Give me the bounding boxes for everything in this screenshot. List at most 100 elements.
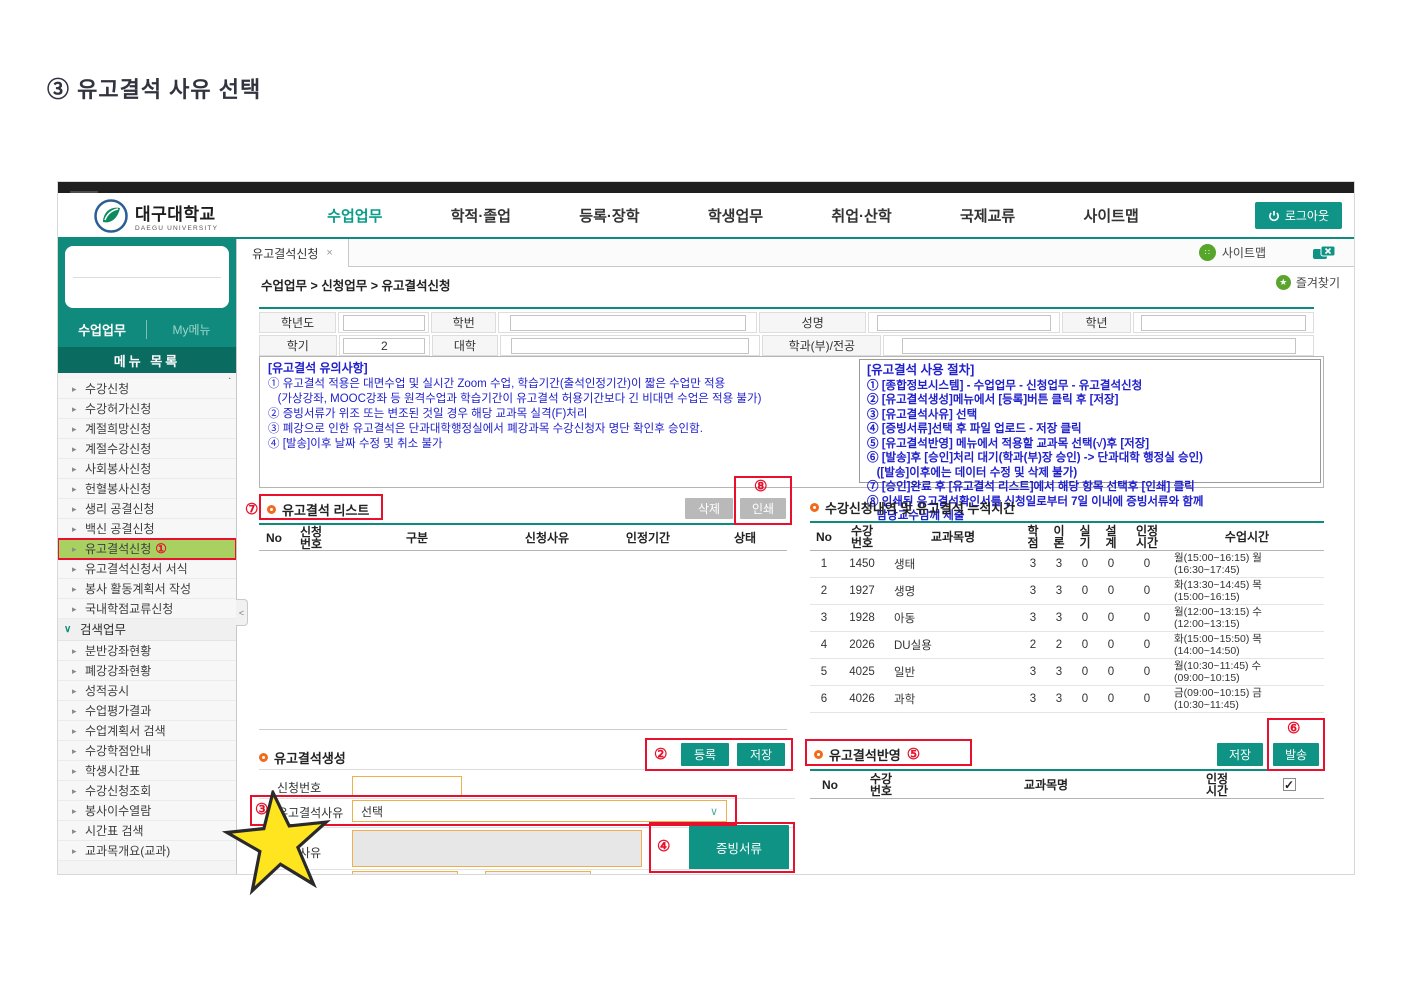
sidebar-item[interactable]: ▸ 교과목개요(교과) — [58, 841, 236, 861]
sidebar-tab-mymenu[interactable]: My메뉴 — [147, 321, 236, 338]
logout-button[interactable]: 로그아웃 — [1254, 202, 1342, 229]
apply-title: 유고결석반영 ⑤ — [814, 745, 920, 764]
tab-close-icon[interactable]: × — [326, 247, 332, 259]
save-button[interactable]: 저장 — [737, 743, 785, 766]
sidebar-menu-group-apply: ▸ 수강신청 ▸ 수강허가신청 ▸ 계절희망신청 ▸ 계절수강신청 ▸ 사회봉사… — [58, 379, 236, 619]
table-row[interactable]: 4 2026 DU실용 2 2 0 0 0 화(15:00~15:50) 목(1… — [810, 632, 1324, 659]
chevron-down-icon: ∨ — [709, 805, 718, 818]
table-row[interactable]: 3 1928 아동 3 3 0 0 0 월(12:00~13:15) 수(12:… — [810, 605, 1324, 632]
notice-line: (가상강좌, MOOC강좌 등 원격수업과 학습기간이 유고결석 허용기간보다 … — [268, 393, 762, 405]
sidebar-item[interactable]: ▸ 국내학점교류신청 — [58, 599, 236, 619]
menu-list-header: 메뉴 목록 — [58, 347, 236, 373]
apply-table: No 수강 번호 교과목명 인정 시간 ✓ — [810, 769, 1324, 799]
sidebar-item[interactable]: ▸ 수강신청조회 — [58, 781, 236, 801]
table-row[interactable]: 2 1927 생명 3 3 0 0 0 화(13:30~14:45) 목(15:… — [810, 578, 1324, 605]
notice-line: ① [종합정보시스템] - 수업업무 - 신청업무 - 유고결석신청 — [867, 379, 1143, 392]
sidebar-tab-lecture[interactable]: 수업업무 — [58, 319, 147, 339]
sidebar-group-search[interactable]: ∨ 검색업무 — [58, 619, 236, 641]
tab-absence-application[interactable]: 유고결석신청 × — [237, 239, 349, 267]
sidebar-item[interactable]: ▸ 수업평가결과 — [58, 701, 236, 721]
sidebar-item[interactable]: ▸ 분반강좌현황 — [58, 641, 236, 661]
notice-line: ⑥ [발송]후 [승인]처리 대기(학과(부)장 승인) -> 단과대학 행정실… — [867, 452, 1203, 464]
notice-precautions-lines: ① 유고결석 적용은 대면수업 및 실시간 Zoom 수업, 학습기간(출석인정… — [268, 377, 853, 452]
sidebar-item[interactable]: ▸ 수업계획서 검색 — [58, 721, 236, 741]
apply-save-button[interactable]: 저장 — [1217, 743, 1263, 766]
student-info-form: 학년도 학번 성명 학년 학기 대학 학과(부)/전공 — [259, 307, 1314, 358]
sidebar-item[interactable]: ▸ 계절희망신청 — [58, 419, 236, 439]
sidebar-item[interactable]: ▸ 수강허가신청 — [58, 399, 236, 419]
chevron-right-icon: ▸ — [72, 726, 77, 736]
semester-input[interactable] — [343, 337, 426, 354]
nav-item[interactable]: 학생업무 — [708, 205, 763, 226]
notice-line: ④ [증빙서류]선택 후 파일 업로드 - 저장 클릭 — [867, 423, 1082, 435]
sidebar-item[interactable]: ▸ 봉사이수열람 — [58, 801, 236, 821]
apply-no-input[interactable] — [352, 776, 462, 796]
print-button[interactable]: 인쇄 — [740, 498, 786, 519]
nav-item[interactable]: 등록·장학 — [579, 205, 639, 226]
table-row[interactable]: 6 4026 과학 3 3 0 0 0 금(09:00~10:15) 금(10:… — [810, 686, 1324, 713]
form-row-2: 학기 대학 학과(부)/전공 — [259, 335, 1314, 356]
sidebar-item[interactable]: ▸ 봉사 활동계획서 작성 — [58, 579, 236, 599]
sidebar-item[interactable]: ▸ 성적공시 — [58, 681, 236, 701]
attachment-button[interactable]: 증빙서류 — [689, 825, 789, 870]
sidebar-item[interactable]: ▸ 백신 공결신청 — [58, 519, 236, 539]
select-all-checkbox[interactable]: ✓ — [1282, 778, 1296, 791]
content-area: 유고결석신청 × ∷ 사이트맵 수업업무 > 신청업무 > 유고결석신청 ★ 즐 — [236, 239, 1354, 874]
nav-item[interactable]: 수업업무 — [327, 205, 382, 226]
nav-item[interactable]: 국제교류 — [960, 205, 1015, 226]
absence-list-table: No 신청 번호 구분 신청사유 인정기간 상태 — [259, 523, 787, 730]
chevron-right-icon: ▸ — [72, 846, 77, 856]
delete-button[interactable]: 삭제 — [685, 498, 733, 519]
send-button[interactable]: 발송 — [1273, 743, 1319, 766]
sidebar-item[interactable]: ▸ 헌혈봉사신청 — [58, 479, 236, 499]
department-input[interactable] — [901, 337, 1296, 354]
nav-item[interactable]: 사이트맵 — [1084, 205, 1139, 226]
period-end-input[interactable]: ▦ — [485, 871, 591, 874]
sidebar-item[interactable]: ▸ 시간표 검색 — [58, 821, 236, 841]
chevron-right-icon: ▸ — [72, 786, 77, 796]
table-row[interactable]: 5 4025 일반 3 3 0 0 0 월(10:30~11:45) 수(09:… — [810, 659, 1324, 686]
register-button[interactable]: 등록 — [681, 743, 729, 766]
sidebar-item[interactable]: ▸ 유고결석신청서 서식 — [58, 559, 236, 579]
sidebar-item[interactable]: ▸ 생리 공결신청 — [58, 499, 236, 519]
sidebar-item[interactable]: ▸ 사회봉사신청 — [58, 459, 236, 479]
col-course-name: 교과목명 — [1023, 777, 1069, 792]
power-icon — [1268, 210, 1279, 221]
breadcrumb: 수업업무 > 신청업무 > 유고결석신청 — [261, 279, 451, 293]
university-logo[interactable]: 대구대학교 DAEGU UNIVERSITY — [94, 199, 218, 233]
year-input[interactable] — [342, 314, 425, 331]
sidebar-item[interactable]: ▸ 유고결석신청 ① — [58, 538, 236, 560]
sidebar-item[interactable]: ▸ 수강학점안내 — [58, 741, 236, 761]
course-table: No 수강 번호 교과목명 학 점 이 론 실 기 설 계 인정 시간 수업시간… — [810, 521, 1324, 713]
sidebar-item[interactable]: ▸ 폐강강좌현황 — [58, 661, 236, 681]
university-emblem-icon — [94, 199, 128, 233]
chevron-right-icon: ▸ — [72, 444, 77, 454]
sitemap-link[interactable]: ∷ 사이트맵 — [1198, 244, 1266, 261]
col-no: No — [266, 530, 282, 545]
sidebar-collapse-button[interactable]: < — [236, 599, 248, 626]
college-input[interactable] — [511, 337, 749, 354]
annotation-4: ④ — [657, 838, 671, 855]
close-all-windows-icon[interactable] — [1312, 245, 1336, 261]
window-top-bar — [58, 182, 1354, 193]
sidebar-item[interactable]: ▸ 계절수강신청 — [58, 439, 236, 459]
sidebar-item[interactable]: ▸ 수강신청 — [58, 379, 236, 399]
table-row[interactable]: 1 1450 생태 3 3 0 0 0 월(15:00~16:15) 월(16:… — [810, 551, 1324, 578]
absence-list-title: 유고결석 리스트 — [267, 500, 369, 519]
detail-reason-textarea[interactable] — [352, 830, 642, 867]
student-no-input[interactable] — [509, 314, 747, 331]
creation-form — [259, 769, 795, 770]
period-start-input[interactable]: ▦ — [352, 871, 458, 874]
field-label-department: 학과(부)/전공 — [762, 335, 882, 356]
col-no: No — [822, 777, 838, 792]
name-input[interactable] — [876, 314, 1052, 331]
nav-item[interactable]: 취업·산학 — [831, 205, 891, 226]
nav-item[interactable]: 학적·졸업 — [451, 205, 511, 226]
reason-select[interactable]: 선택 ∨ — [352, 800, 727, 822]
annotation-2: ② — [654, 746, 668, 763]
notice-precautions-title: [유고결석 유의사항] — [268, 361, 368, 375]
favorite-button[interactable]: ★ 즐겨찾기 — [1275, 274, 1340, 291]
chevron-right-icon: ▸ — [72, 746, 77, 756]
grade-input[interactable] — [1141, 314, 1306, 331]
sidebar-item[interactable]: ▸ 학생시간표 — [58, 761, 236, 781]
